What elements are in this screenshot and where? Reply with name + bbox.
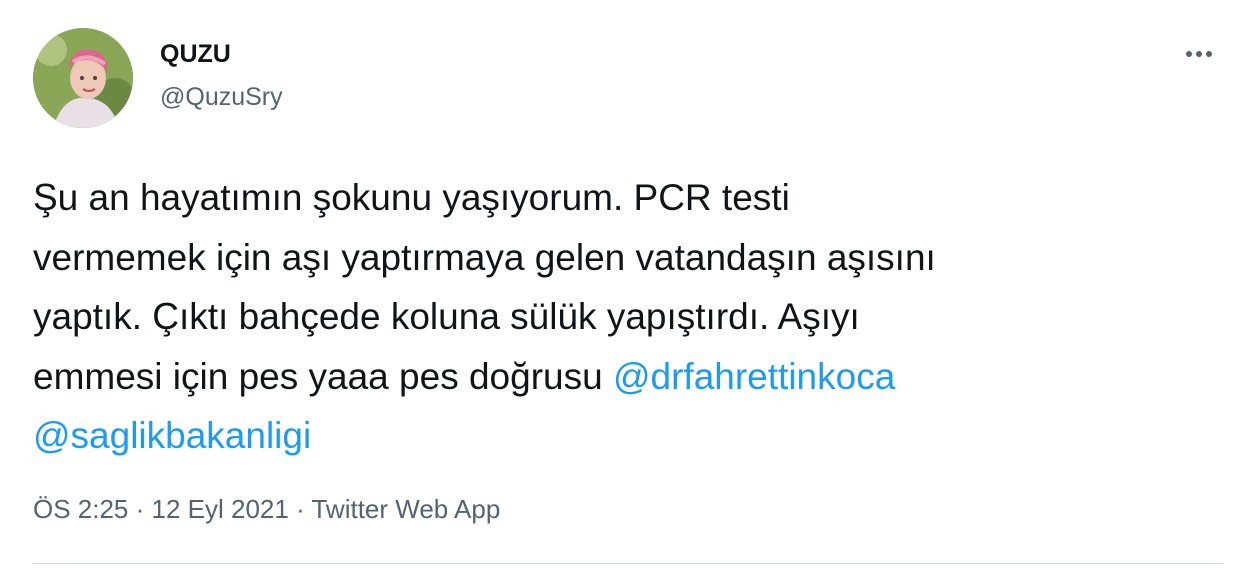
tweet-text-line: yaptık. Çıktı bahçede koluna sülük yapış… <box>33 296 860 337</box>
more-horizontal-icon <box>1186 51 1192 57</box>
meta-separator: · <box>128 494 152 524</box>
more-horizontal-icon <box>1196 51 1202 57</box>
mention-link-drfahrettinkoca[interactable]: @drfahrettinkoca <box>613 356 895 397</box>
tweet-date[interactable]: 12 Eyl 2021 <box>152 494 289 524</box>
tweet-text-segment: emmesi için pes yaaa pes doğrusu <box>33 355 613 397</box>
more-horizontal-icon <box>1206 51 1212 57</box>
mention-link-saglikbakanligi[interactable]: @saglikbakanligi <box>33 415 311 456</box>
tweet-meta: ÖS 2:25 · 12 Eyl 2021 · Twitter Web App <box>33 489 500 529</box>
tweet-text-line: emmesi için pes yaaa pes doğrusu @drfahr… <box>33 347 1233 407</box>
tweet-source[interactable]: Twitter Web App <box>311 494 500 524</box>
more-options-button[interactable] <box>1176 38 1222 70</box>
meta-separator: · <box>288 494 312 524</box>
tweet-text-line: @saglikbakanligi <box>33 406 1233 466</box>
divider <box>33 563 1223 564</box>
avatar[interactable] <box>33 28 133 128</box>
user-handle[interactable]: @QuzuSry <box>160 82 283 112</box>
tweet-time[interactable]: ÖS 2:25 <box>33 494 128 524</box>
display-name[interactable]: QUZU <box>160 39 231 69</box>
tweet-text-line: vermemek için aşı yaptırmaya gelen vatan… <box>33 236 936 278</box>
tweet-text-line: Şu an hayatımın şokunu yaşıyorum. PCR te… <box>33 177 790 218</box>
tweet-card: QUZU @QuzuSry Şu an hayatımın şokunu yaş… <box>0 0 1260 570</box>
tweet-text: Şu an hayatımın şokunu yaşıyorum. PCR te… <box>33 168 1233 466</box>
avatar-image <box>33 28 133 128</box>
